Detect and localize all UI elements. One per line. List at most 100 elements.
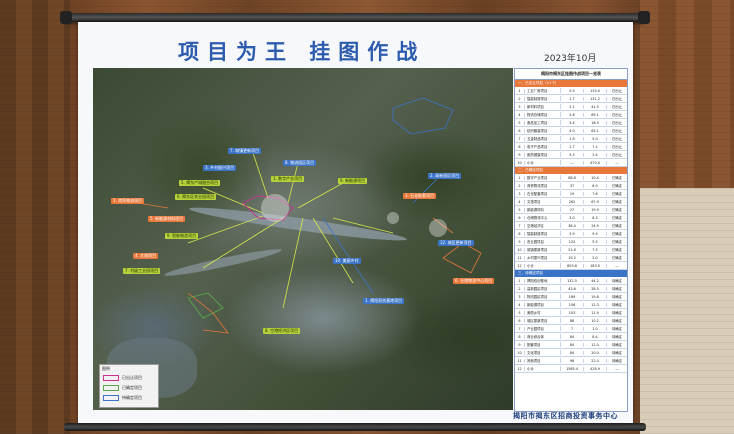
table-cell: 183.0 [584,263,607,268]
table-cell: 石化配套项目 [525,191,561,196]
table-cell: 待确定 [611,279,623,283]
table-cell: 已确定 [611,192,623,196]
legend-swatch [103,385,119,391]
table-cell: 1.7 [561,96,584,101]
legend-label: 待确定项目 [122,395,142,400]
table-cell: 2.6 [561,112,584,117]
table-cell: 428.9 [584,366,607,371]
table-heading: 揭阳市揭东区挂图作战项目一览表 [515,69,627,80]
table-cell: 88.8 [561,175,584,180]
table-cell: 待确定 [611,295,623,299]
table-cell: 已出让 [611,97,623,101]
table-cell: 待确定 [611,287,623,291]
table-cell: 19.9 [584,207,607,212]
table-row: 7 产业园项目 7 1.0 待确定 [515,325,627,333]
table-cell: 已确定 [611,248,623,252]
table-cell: 11 [515,255,525,260]
table-cell: 工业厂房项目 [525,88,561,93]
table-cell: 已出让 [611,113,623,117]
table-cell: 169 [561,294,584,299]
table-cell: 城区更新项目 [525,318,561,323]
map-label: 6. 揭东区农业园项目 [175,194,217,200]
table-cell: 28.5 [584,286,607,291]
table-row: 7 空港经济区 36.4 24.9 已确定 [515,222,627,230]
table-cell: 已确定 [611,176,623,180]
table-row: 3 石化配套项目 19 7.6 已确定 [515,190,627,198]
table-cell: 37 [561,183,584,188]
table-row: 2 高新园区项目 43.6 28.5 待确定 [515,285,627,293]
table-cell: 小计 [525,366,561,371]
table-cell: 纺织服装项目 [525,128,561,133]
map-label: 7. 村级工业园项目 [123,268,161,274]
table-cell: 131.2 [584,96,607,101]
table-cell: 空港经济区 [525,223,561,228]
table-row: 9 农业园项目 125 5.5 已确定 [515,238,627,246]
table-cell: 已确定 [611,200,623,204]
table-cell: 2 [515,96,525,101]
table-cell: 3 [515,191,525,196]
map-label: 5. 新能源材料项目 [148,216,186,222]
legend-row: 待确定项目 [100,393,158,403]
table-cell: 84 [561,334,584,339]
table-cell: 7.1 [584,144,607,149]
table-cell: 小计 [525,263,561,268]
table-cell: 12.3 [584,302,607,307]
table-cell: 商贸物流项目 [525,183,561,188]
table-cell: 已确定 [611,224,623,228]
legend-swatch [103,375,119,381]
table-row: 1 工业厂房项目 0.5 133.0 已出让 [515,87,627,95]
table-cell: 3.0 [561,215,584,220]
table-cell: 67.9 [584,199,607,204]
table-cell: 5 [515,310,525,315]
table-row: 3 物流园区项目 169 19.8 待确定 [515,293,627,301]
table-cell: 新材料项目 [525,104,561,109]
table-cell: 其他项目 [525,358,561,363]
table-cell: 仓储物流中心 [525,215,561,220]
table-cell: 12.0 [584,342,607,347]
table-cell: 五金制品项目 [525,136,561,141]
table-cell: 6 [515,128,525,133]
table-cell: 106 [561,302,584,307]
table-cell: 19.8 [584,294,607,299]
table-cell: 已出让 [611,153,623,157]
map-label: 9. 新能源项目 [338,178,368,184]
table-row: 11 其他项目 98 22.0 待确定 [515,357,627,365]
table-cell: 已出让 [611,121,623,125]
table-cell: — [615,263,619,268]
table-section-rows: 1 揭阳双创基地 132.5 44.2 待确定 2 高新园区项目 43.6 28.5 待确定 3 物流… [515,277,627,373]
table-row: 5 美丽乡村 103 11.9 待确定 [515,309,627,317]
table-cell: 9.9 [584,231,607,236]
table-row: 9 配套项目 84 12.0 待确定 [515,341,627,349]
table-cell: 美丽乡村 [525,310,561,315]
table-section-header: 一、已出让项目（11个） [515,80,627,87]
table-cell: — [615,366,619,371]
table-cell: 7.6 [584,191,607,196]
table-cell: 7 [515,136,525,141]
table-cell: 19.2 [561,255,584,260]
table-row: 9 医药健康项目 3.3 2.4 已出让 [515,151,627,159]
wall-map-poster: 项目为王 挂图作战 2023年10月 7. 城镇更新项目 3. 乡村振兴项目 5… [78,22,633,424]
table-cell: 1.9 [561,136,584,141]
legend-row: 已确定项目 [100,383,158,393]
table-cell: 城镇更新项目 [525,247,561,252]
table-cell: 揭阳双创基地 [525,278,561,283]
table-cell: 已确定 [611,256,623,260]
table-cell: 7 [515,326,525,331]
table-row: 2 商贸物流项目 37 6.0 已确定 [515,182,627,190]
map-label: 9. 智能制造项目 [165,233,199,239]
map-label: 1. 商贸物流项目 [111,198,145,204]
table-cell: 已出让 [611,105,623,109]
table-cell: 10 [515,247,525,252]
table-section-rows: 1 工业厂房项目 0.5 133.0 已出让 2 智能制造项目 1.7 131.2 已出让 3 新材料… [515,87,627,167]
table-row: 1 数字产业项目 88.8 10.4 已确定 [515,174,627,182]
table-cell: 文旅项目 [525,199,561,204]
table-cell: 8 [515,144,525,149]
map-label: 3. 石化配套项目 [403,193,437,199]
legend-label: 已出让项目 [122,375,142,380]
table-cell: 待确定 [611,335,623,339]
satellite-map: 7. 城镇更新项目 3. 乡村振兴项目 5. 揭东产城融合项目 6. 揭东区农业… [93,68,513,410]
table-cell: 配套项目 [525,342,561,347]
table-cell: 10.2 [584,318,607,323]
project-table: 揭阳市揭东区挂图作战项目一览表 一、已出让项目（11个） 1 工业厂房项目 0.5 1… [514,68,628,412]
table-section-header: 三、待确定项目 [515,270,627,277]
